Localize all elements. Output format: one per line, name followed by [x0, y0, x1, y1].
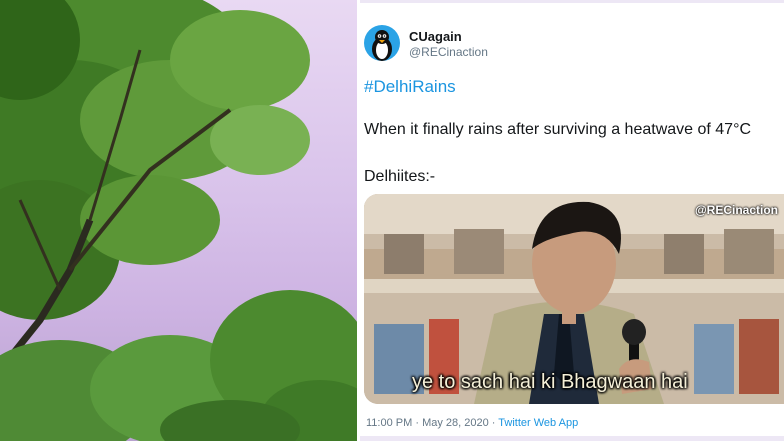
trees-photo [0, 0, 357, 441]
tweet-source-link[interactable]: Twitter Web App [498, 417, 578, 429]
media-watermark: @RECinaction [694, 203, 778, 217]
user-handle[interactable]: @RECinaction [409, 45, 488, 59]
meta-separator: · [412, 417, 423, 429]
tweet-media-image[interactable]: @RECinaction ye to sach hai ki Bhagwaan … [364, 194, 784, 404]
tweet-text: When it finally rains after surviving a … [364, 121, 752, 138]
trees-illustration [0, 0, 357, 441]
tweet-date[interactable]: May 28, 2020 [422, 417, 489, 429]
tweet-meta: 11:00 PM · May 28, 2020 · Twitter Web Ap… [366, 417, 578, 429]
display-name[interactable]: CUagain [409, 29, 462, 44]
tweet-time[interactable]: 11:00 PM [366, 417, 412, 429]
tweet-subtext: Delhiites:- [364, 168, 436, 185]
hashtag-link[interactable]: #DelhiRains [364, 77, 456, 97]
avatar[interactable] [364, 25, 400, 61]
bottom-border [360, 436, 784, 441]
penguin-icon [372, 30, 392, 61]
media-caption: ye to sach hai ki Bhagwaan hai [412, 371, 688, 393]
tweet-card: CUagain @RECinaction #DelhiRains When it… [360, 3, 784, 436]
meta-separator: · [488, 417, 499, 429]
